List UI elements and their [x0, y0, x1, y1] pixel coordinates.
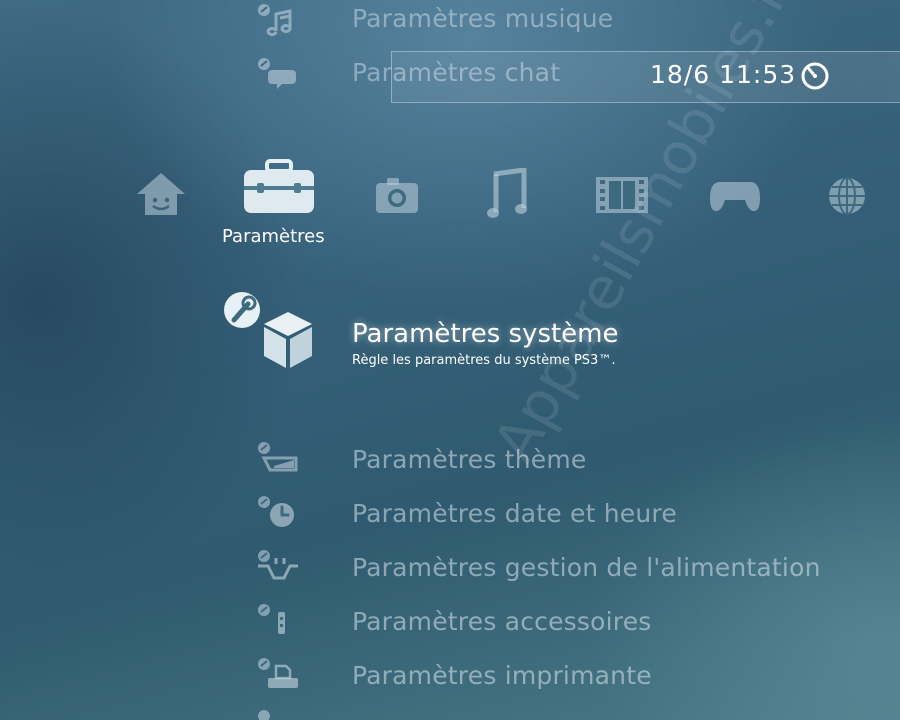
watermark-text: Appareilsmobiles.fr	[480, 0, 811, 473]
watermark-layer: Appareilsmobiles.fr	[0, 0, 900, 720]
